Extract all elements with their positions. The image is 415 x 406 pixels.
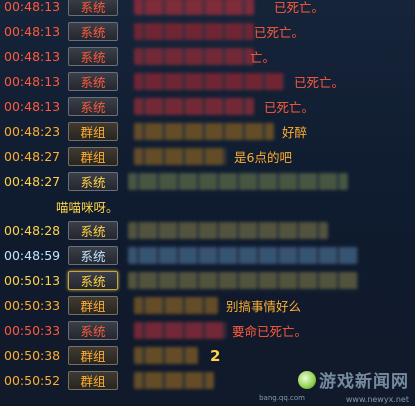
chat-timestamp: 00:48:27 [4,174,61,189]
chat-message: 是6点的吧 [124,144,415,169]
mosaic-redaction [128,247,358,264]
mosaic-redaction [128,272,358,289]
mosaic-redaction [134,322,226,339]
chat-timestamp: 00:48:28 [4,223,61,238]
mosaic-redaction [134,48,254,65]
mosaic-redaction [134,0,254,15]
chat-line: 00:50:52 群组 [0,368,415,393]
mosaic-redaction [134,73,284,90]
chat-message [124,169,415,194]
chat-channel-tag[interactable]: 群组 [68,296,118,315]
chat-message: 已死亡。 [124,0,415,19]
chat-message-text: 好醉 [282,125,308,140]
chat-channel-tag[interactable]: 系统 [68,172,118,191]
chat-timestamp: 00:48:13 [4,49,61,64]
chat-line: 00:48:13 系统 已死亡。 [0,69,415,94]
chat-channel-tag[interactable]: 系统 [68,246,118,265]
chat-timestamp: 00:50:38 [4,348,61,363]
chat-message-text: 已死亡。 [254,25,305,40]
chat-message-text: 亡。 [250,50,276,65]
chat-message-text: 已死亡。 [294,75,345,90]
chat-message-text: 已死亡。 [264,100,315,115]
chat-message [124,218,415,243]
chat-timestamp: 00:48:23 [4,124,61,139]
chat-line: 00:50:13 系统 [0,268,415,293]
chat-channel-tag[interactable]: 群组 [68,147,118,166]
chat-message: 好醉 [124,119,415,144]
chat-channel-tag[interactable]: 系统 [68,221,118,240]
mosaic-redaction [134,347,198,364]
chat-line: 00:48:13 系统 已死亡。 [0,19,415,44]
chat-message: 2 [124,343,415,368]
chat-channel-tag[interactable]: 系统 [68,97,118,116]
chat-message: 亡。 [124,44,415,69]
chat-timestamp: 00:48:13 [4,99,61,114]
mosaic-redaction [134,297,218,314]
chat-message [124,243,415,268]
chat-channel-tag[interactable]: 系统 [68,321,118,340]
chat-message-text: 要命已死亡。 [232,324,308,339]
chat-timestamp: 00:48:13 [4,0,61,14]
chat-line: 00:48:23 群组 好醉 [0,119,415,144]
chat-timestamp: 00:50:13 [4,273,61,288]
chat-line: 喵喵咪呀。 [0,194,415,218]
chat-channel-tag[interactable]: 群组 [68,371,118,390]
mosaic-redaction [134,23,254,40]
mosaic-redaction [134,372,214,389]
chat-timestamp: 00:50:52 [4,373,61,388]
chat-line: 00:48:13 系统 已死亡。 [0,0,415,19]
chat-line: 00:50:38 群组 2 [0,343,415,368]
chat-timestamp: 00:50:33 [4,298,61,313]
chat-line: 00:48:27 系统 [0,169,415,194]
chat-channel-tag[interactable]: 系统 [68,72,118,91]
chat-message-text: 是6点的吧 [234,150,292,165]
watermark-url: www.newyx.net [345,395,409,404]
chat-channel-tag[interactable]: 群组 [68,122,118,141]
chat-line: 00:48:27 群组 是6点的吧 [0,144,415,169]
mosaic-redaction [134,98,254,115]
mosaic-redaction [134,123,274,140]
chat-channel-tag[interactable]: 系统 [68,47,118,66]
chat-log: 00:48:13 系统 已死亡。 00:48:13 系统 已死亡。 00:48:13 系统 亡。… [0,0,415,393]
chat-channel-tag[interactable]: 系统 [68,22,118,41]
chat-channel-tag[interactable]: 系统 [68,271,118,290]
chat-timestamp: 00:48:13 [4,74,61,89]
mosaic-redaction [128,173,348,190]
mosaic-redaction [128,222,328,239]
chat-message: 已死亡。 [124,69,415,94]
watermark-small-url: bang.qq.com [259,394,305,402]
chat-timestamp: 00:48:59 [4,248,61,263]
chat-message: 别搞事情好么 [124,293,415,318]
chat-line: 00:48:59 系统 [0,243,415,268]
chat-timestamp: 00:48:13 [4,24,61,39]
chat-message-text: 别搞事情好么 [226,299,302,314]
chat-line: 00:48:13 系统 亡。 [0,44,415,69]
chat-line: 00:48:28 系统 [0,218,415,243]
chat-message-text: 2 [210,346,221,365]
chat-message-text: 已死亡。 [274,0,325,15]
chat-message: 已死亡。 [124,19,415,44]
chat-channel-tag[interactable]: 群组 [68,346,118,365]
chat-message [124,368,415,393]
mosaic-redaction [134,148,226,165]
chat-message-text: 喵喵咪呀。 [56,199,119,215]
chat-message: 要命已死亡。 [124,318,415,343]
chat-line: 00:50:33 群组 别搞事情好么 [0,293,415,318]
chat-timestamp: 00:50:33 [4,323,61,338]
chat-line: 00:48:13 系统 已死亡。 [0,94,415,119]
chat-message: 已死亡。 [124,94,415,119]
chat-message [124,268,415,293]
chat-timestamp: 00:48:27 [4,149,61,164]
chat-channel-tag[interactable]: 系统 [68,0,118,16]
chat-line: 00:50:33 系统 要命已死亡。 [0,318,415,343]
